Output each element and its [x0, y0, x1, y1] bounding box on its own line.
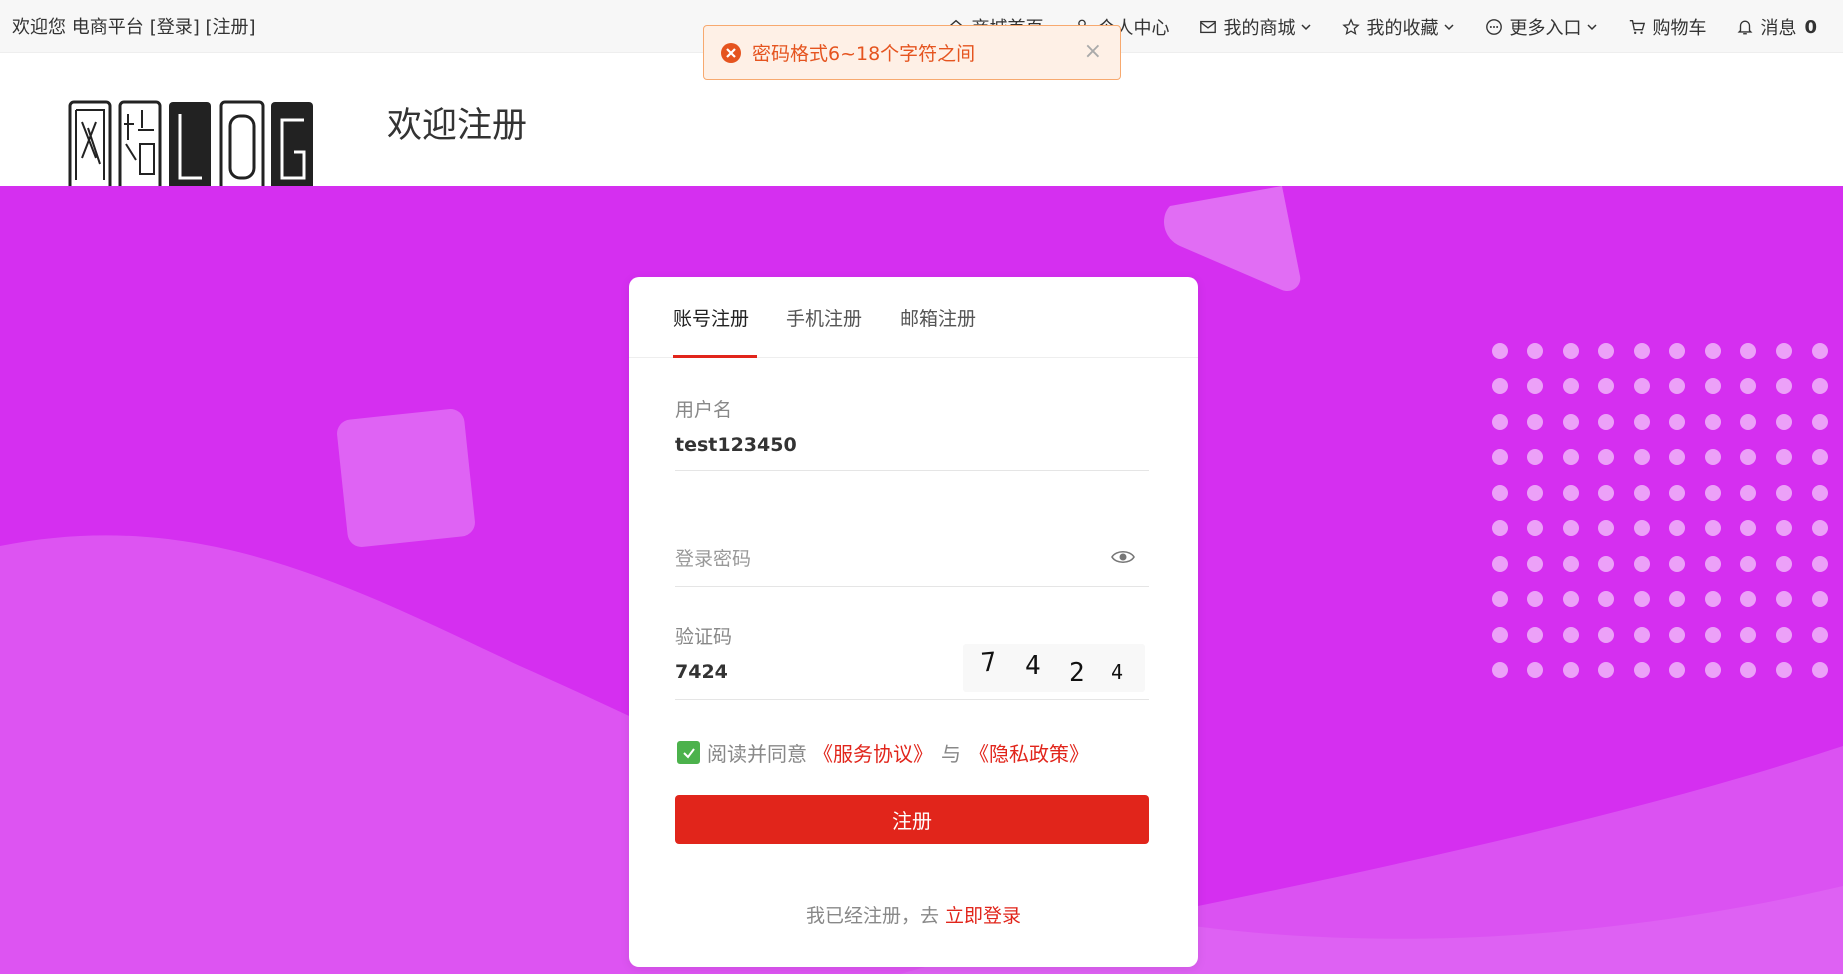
- mail-icon: [1200, 20, 1217, 34]
- already-registered: 我已经注册，去 立即登录: [629, 901, 1198, 928]
- register-tabs: 账号注册 手机注册 邮箱注册: [629, 277, 1198, 358]
- site-logo[interactable]: [68, 100, 313, 186]
- nav-label: 购物车: [1652, 18, 1707, 39]
- eye-icon[interactable]: [1111, 548, 1135, 566]
- captcha-char: 7: [979, 647, 998, 679]
- tab-phone-register[interactable]: 手机注册: [786, 304, 862, 331]
- captcha-input[interactable]: 7424: [675, 661, 728, 683]
- already-text: 我已经注册，去: [805, 905, 939, 927]
- toast-message: 密码格式6~18个字符之间: [752, 43, 976, 65]
- password-input[interactable]: [675, 548, 1095, 570]
- bell-icon: [1737, 20, 1753, 35]
- login-link[interactable]: [登录]: [150, 17, 200, 38]
- captcha-image[interactable]: 7 4 2 4: [963, 644, 1145, 692]
- service-agreement-link[interactable]: 《服务协议》: [813, 738, 933, 767]
- cart-icon: [1630, 20, 1646, 35]
- tab-email-register[interactable]: 邮箱注册: [900, 304, 976, 331]
- agree-text: 阅读并同意: [707, 742, 807, 766]
- nav-item-favorites[interactable]: 我的收藏: [1342, 14, 1455, 40]
- logo-image: [68, 100, 313, 186]
- welcome-area: 欢迎您 电商平台 [登录] [注册]: [12, 13, 256, 39]
- password-field: [675, 548, 1149, 587]
- nav-item-messages[interactable]: 消息 0: [1736, 14, 1817, 40]
- dot-grid: [1492, 343, 1828, 678]
- star-icon: [1342, 18, 1361, 36]
- nav-item-my-mall[interactable]: 我的商城: [1199, 14, 1312, 40]
- and-text: 与: [941, 742, 961, 766]
- captcha-char: 4: [1025, 651, 1041, 681]
- close-icon[interactable]: ×: [1084, 39, 1102, 64]
- register-link[interactable]: [注册]: [206, 17, 256, 38]
- agreement-row: 阅读并同意 《服务协议》 与 《隐私政策》: [677, 738, 1089, 767]
- privacy-policy-link[interactable]: 《隐私政策》: [969, 738, 1089, 767]
- captcha-char: 4: [1111, 660, 1124, 684]
- agree-checkbox[interactable]: [677, 741, 700, 764]
- nav-label: 我的收藏: [1366, 18, 1439, 39]
- error-icon: [721, 42, 741, 63]
- username-label: 用户名: [675, 399, 733, 421]
- error-toast: 密码格式6~18个字符之间 ×: [703, 25, 1121, 80]
- nav-item-cart[interactable]: 购物车: [1628, 14, 1706, 40]
- username-input[interactable]: test123450: [675, 434, 797, 456]
- chevron-down-icon: [1587, 24, 1597, 31]
- username-field: 用户名 test123450: [675, 395, 1149, 471]
- nav-label: 我的商城: [1223, 18, 1296, 39]
- chevron-down-icon: [1301, 24, 1311, 31]
- chevron-down-icon: [1444, 24, 1454, 31]
- register-button[interactable]: 注册: [675, 795, 1149, 844]
- message-count: 0: [1804, 16, 1817, 38]
- tab-account-register[interactable]: 账号注册: [673, 304, 749, 331]
- page-title: 欢迎注册: [387, 106, 528, 146]
- captcha-char: 2: [1069, 658, 1085, 688]
- captcha-label: 验证码: [675, 626, 733, 648]
- nav-item-more[interactable]: 更多入口: [1485, 14, 1598, 40]
- register-card: 账号注册 手机注册 邮箱注册 用户名 test123450 验证码 7424 7…: [629, 277, 1198, 967]
- nav-label: 更多入口: [1509, 18, 1582, 39]
- nav-label: 消息: [1760, 18, 1797, 39]
- login-now-link[interactable]: 立即登录: [945, 905, 1021, 927]
- captcha-field: 验证码 7424 7 4 2 4: [675, 622, 1149, 700]
- check-icon: [682, 747, 695, 759]
- more-icon: [1486, 19, 1503, 35]
- active-tab-indicator: [673, 355, 757, 358]
- welcome-text: 欢迎您 电商平台: [12, 17, 144, 38]
